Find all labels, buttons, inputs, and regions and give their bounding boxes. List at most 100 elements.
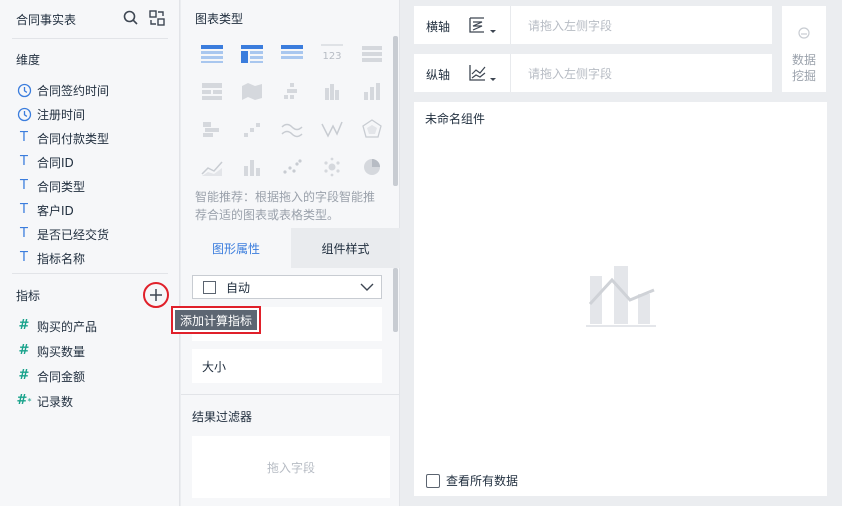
field-label: 购买数量	[37, 344, 86, 359]
dimension-item[interactable]: T 合同付款类型	[16, 128, 109, 148]
chart-type-label: 图表类型	[195, 12, 244, 26]
text-type-icon: T	[20, 226, 28, 241]
pie-chart-icon[interactable]	[359, 156, 385, 178]
filter-drop-zone[interactable]: 拖入字段	[192, 436, 390, 498]
text-type-icon: T	[20, 154, 28, 169]
metric-item[interactable]: # 购买数量	[16, 341, 85, 361]
view-all-data-checkbox[interactable]: 查看所有数据	[426, 472, 518, 489]
number-type-icon: #	[18, 368, 30, 383]
card-chart-icon[interactable]	[199, 80, 225, 102]
x-axis-label: 横轴	[426, 20, 451, 34]
switch-table-icon[interactable]	[148, 9, 166, 27]
text-type-icon: T	[20, 250, 28, 265]
add-metric-tooltip: 添加计算指标	[171, 306, 261, 334]
radar-line-icon[interactable]	[319, 118, 345, 140]
waterfall-chart-icon[interactable]	[199, 118, 225, 140]
drop-placeholder: 拖入字段	[266, 460, 315, 475]
dimension-item[interactable]: T 指标名称	[16, 248, 85, 268]
metric-item[interactable]: # 合同金额	[16, 366, 85, 386]
add-metric-button[interactable]	[143, 282, 169, 308]
bubble-chart-icon[interactable]	[319, 156, 345, 178]
field-label: 记录数	[37, 394, 74, 409]
chevron-down-icon	[360, 281, 374, 296]
field-label: 是否已经交货	[37, 227, 110, 242]
step-chart-icon[interactable]	[239, 118, 265, 140]
svg-text:123: 123	[322, 51, 341, 62]
empty-chart-icon	[586, 264, 656, 333]
select-value: 自动	[226, 280, 251, 295]
dimension-item[interactable]: T 客户ID	[16, 200, 74, 220]
field-label: 合同金额	[37, 369, 86, 384]
number-type-icon: #	[18, 318, 30, 333]
recommend-hint: 智能推荐：根据拖入的字段智能推荐合适的图表或表格类型。	[195, 190, 376, 222]
view-all-label: 查看所有数据	[446, 474, 519, 488]
metric-item[interactable]: # 购买的产品	[16, 316, 97, 336]
field-label: 指标名称	[37, 251, 86, 266]
search-icon[interactable]	[122, 9, 140, 27]
number-type-icon: #	[18, 343, 30, 358]
metric-item[interactable]: # * 记录数	[16, 391, 73, 411]
x-axis-drop-field[interactable]: 请拖入左侧字段	[528, 17, 612, 34]
dimension-item[interactable]: 注册时间	[16, 104, 85, 124]
detail-table-icon[interactable]	[279, 42, 305, 64]
dimensions-label: 维度	[16, 53, 41, 67]
scatter-chart-icon[interactable]	[279, 156, 305, 178]
x-axis-row: 横轴 请拖入左侧字段	[414, 6, 772, 44]
count-type-icon: # *	[16, 393, 32, 408]
field-label: 客户ID	[37, 203, 74, 218]
chart-mode-select[interactable]: 自动	[192, 275, 382, 299]
funnel-bar-icon[interactable]	[279, 80, 305, 102]
size-property[interactable]: 大小	[192, 349, 382, 383]
text-list-icon[interactable]	[359, 42, 385, 64]
dimension-item[interactable]: T 是否已经交货	[16, 224, 109, 244]
data-mining-button[interactable]: 数据挖掘	[782, 6, 826, 92]
bar-chart-icon[interactable]	[319, 80, 345, 102]
text-type-icon: T	[20, 178, 28, 193]
area-chart-icon[interactable]	[199, 156, 225, 178]
dimension-item[interactable]: T 合同类型	[16, 176, 85, 196]
field-panel: 合同事实表 维度 合同签约时间 注册时间 T 合同付款类型 T 合同ID T 合…	[0, 0, 180, 506]
field-label: 合同签约时间	[37, 83, 110, 98]
divider	[510, 54, 511, 92]
chart-canvas[interactable]: 未命名组件 查看所有数据	[414, 102, 827, 496]
stacked-bar-icon[interactable]	[239, 156, 265, 178]
radar-chart-icon[interactable]	[359, 118, 385, 140]
mining-icon	[798, 27, 810, 42]
kpi-number-icon[interactable]: 123	[319, 42, 345, 64]
y-axis-label: 纵轴	[426, 68, 451, 82]
scrollbar[interactable]	[393, 36, 398, 186]
map-chart-icon[interactable]	[239, 80, 265, 102]
plus-icon	[150, 289, 162, 301]
divider	[12, 38, 168, 39]
metrics-label: 指标	[16, 289, 41, 303]
tab-component-style[interactable]: 组件样式	[291, 228, 400, 268]
square-icon	[203, 280, 216, 294]
component-title: 未命名组件	[425, 112, 486, 126]
crosstab-chart-icon[interactable]	[239, 42, 265, 64]
size-label: 大小	[202, 359, 227, 374]
axis-type-icon[interactable]	[466, 62, 502, 84]
axis-type-icon[interactable]	[466, 14, 502, 36]
clock-icon	[16, 106, 32, 122]
table-chart-icon[interactable]	[199, 42, 225, 64]
property-tabs: 图形属性 组件样式	[181, 228, 400, 268]
dimension-item[interactable]: T 合同ID	[16, 152, 74, 172]
tab-graphic-properties[interactable]: 图形属性	[181, 228, 291, 268]
divider	[181, 394, 400, 395]
mining-label: 数据挖掘	[792, 53, 817, 83]
y-axis-drop-field[interactable]: 请拖入左侧字段	[528, 65, 612, 82]
dimension-item[interactable]: 合同签约时间	[16, 80, 109, 100]
y-axis-row: 纵轴 请拖入左侧字段	[414, 54, 772, 92]
field-label: 合同类型	[37, 179, 86, 194]
scrollbar[interactable]	[393, 268, 398, 332]
field-label: 合同ID	[37, 155, 74, 170]
field-label: 注册时间	[37, 107, 86, 122]
line-chart-icon[interactable]	[279, 118, 305, 140]
divider	[510, 6, 511, 44]
clock-icon	[16, 82, 32, 98]
field-label: 合同付款类型	[37, 131, 110, 146]
table-header: 合同事实表	[0, 0, 180, 38]
text-type-icon: T	[20, 130, 28, 145]
checkbox-icon	[426, 473, 440, 488]
column-chart-icon[interactable]	[359, 80, 385, 102]
